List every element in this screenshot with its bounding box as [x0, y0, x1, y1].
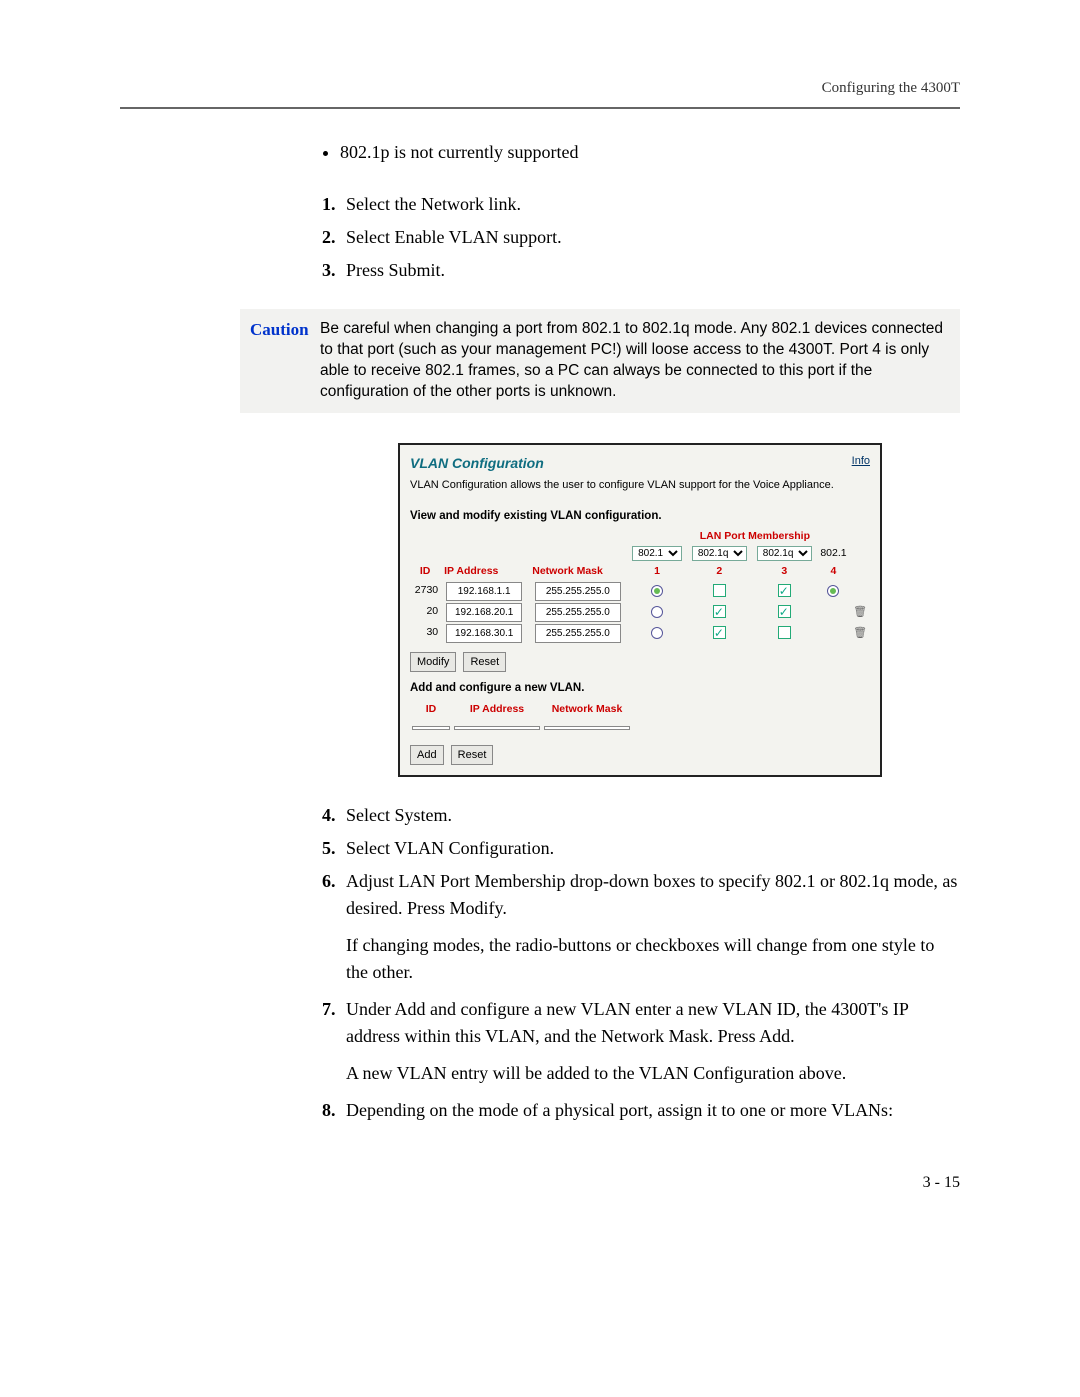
info-link[interactable]: Info: [852, 453, 870, 470]
new-id-input[interactable]: [412, 726, 450, 730]
caution-label: Caution: [250, 319, 320, 403]
row1-mask-input[interactable]: 255.255.255.0: [535, 603, 621, 622]
step-4: Select System.: [340, 802, 960, 829]
port4-mode-label: 802.1: [817, 545, 850, 563]
port1-mode-select[interactable]: 802.1: [632, 546, 682, 561]
row1-id: 20: [410, 602, 440, 623]
row2-mask-input[interactable]: 255.255.255.0: [535, 624, 621, 643]
row2-ip-input[interactable]: 192.168.30.1: [446, 624, 522, 643]
step-1: Select the Network link.: [340, 191, 960, 218]
col-p2: 2: [687, 563, 752, 581]
row2-p1-radio[interactable]: [651, 627, 663, 639]
vlan-table: 802.1 802.1q 802.1q 802.1 ID IP Address …: [410, 545, 870, 644]
row0-p1-radio[interactable]: [651, 585, 663, 597]
add-button[interactable]: Add: [410, 745, 444, 766]
caution-text: Be careful when changing a port from 802…: [320, 319, 950, 403]
row0-p3-checkbox[interactable]: [778, 584, 791, 597]
step-5: Select VLAN Configuration.: [340, 835, 960, 862]
steps-4-8: Select System. Select VLAN Configuration…: [320, 802, 960, 1124]
step-6: Adjust LAN Port Membership drop-down box…: [340, 868, 960, 986]
add-col-mask: Network Mask: [542, 701, 632, 719]
step-3: Press Submit.: [340, 257, 960, 284]
row2-id: 30: [410, 623, 440, 644]
new-ip-input[interactable]: [454, 726, 540, 730]
port2-mode-select[interactable]: 802.1q: [692, 546, 747, 561]
col-mask: Network Mask: [528, 563, 627, 581]
row1-p2-checkbox[interactable]: [713, 605, 726, 618]
row1-p1-radio[interactable]: [651, 606, 663, 618]
page-header: Configuring the 4300T: [120, 80, 960, 107]
steps-1-3: Select the Network link. Select Enable V…: [320, 191, 960, 284]
table-row: 20 192.168.20.1 255.255.255.0 🗑: [410, 602, 870, 623]
bullet-note: 802.1p is not currently supported: [340, 139, 960, 166]
add-col-id: ID: [410, 701, 452, 719]
add-vlan-heading: Add and configure a new VLAN.: [410, 680, 870, 697]
reset2-button[interactable]: Reset: [451, 745, 494, 766]
row1-p3-checkbox[interactable]: [778, 605, 791, 618]
port3-mode-select[interactable]: 802.1q: [757, 546, 812, 561]
row1-ip-input[interactable]: 192.168.20.1: [446, 603, 522, 622]
col-p3: 3: [752, 563, 817, 581]
reset-button[interactable]: Reset: [463, 652, 506, 673]
row0-id: 2730: [410, 581, 440, 602]
step-6-note: If changing modes, the radio-buttons or …: [346, 932, 960, 986]
trash-icon[interactable]: 🗑: [853, 606, 867, 618]
step-2: Select Enable VLAN support.: [340, 224, 960, 251]
row0-p4-radio[interactable]: [827, 585, 839, 597]
modify-button[interactable]: Modify: [410, 652, 456, 673]
vlan-config-screenshot: VLAN Configuration Info VLAN Configurati…: [398, 443, 882, 778]
port-membership-label: LAN Port Membership: [410, 529, 870, 545]
header-rule: [120, 107, 960, 109]
step-7-note: A new VLAN entry will be added to the VL…: [346, 1060, 960, 1087]
row2-p3-checkbox[interactable]: [778, 626, 791, 639]
step-8: Depending on the mode of a physical port…: [340, 1097, 960, 1124]
new-mask-input[interactable]: [544, 726, 630, 730]
row0-mask-input[interactable]: 255.255.255.0: [535, 582, 621, 601]
row0-ip-input[interactable]: 192.168.1.1: [446, 582, 522, 601]
add-col-ip: IP Address: [452, 701, 542, 719]
col-ip: IP Address: [440, 563, 528, 581]
caution-block: Caution Be careful when changing a port …: [240, 309, 960, 413]
col-p4: 4: [817, 563, 850, 581]
row2-p2-checkbox[interactable]: [713, 626, 726, 639]
col-id: ID: [410, 563, 440, 581]
table-row: 30 192.168.30.1 255.255.255.0 🗑: [410, 623, 870, 644]
col-p1: 1: [627, 563, 686, 581]
page-number: 3 - 15: [120, 1174, 960, 1192]
ss-desc: VLAN Configuration allows the user to co…: [410, 477, 870, 494]
row0-p2-checkbox[interactable]: [713, 584, 726, 597]
ss-title: VLAN Configuration: [410, 453, 544, 474]
step-7: Under Add and configure a new VLAN enter…: [340, 996, 960, 1087]
view-modify-heading: View and modify existing VLAN configurat…: [410, 508, 870, 525]
trash-icon[interactable]: 🗑: [853, 627, 867, 639]
table-row: 2730 192.168.1.1 255.255.255.0: [410, 581, 870, 602]
